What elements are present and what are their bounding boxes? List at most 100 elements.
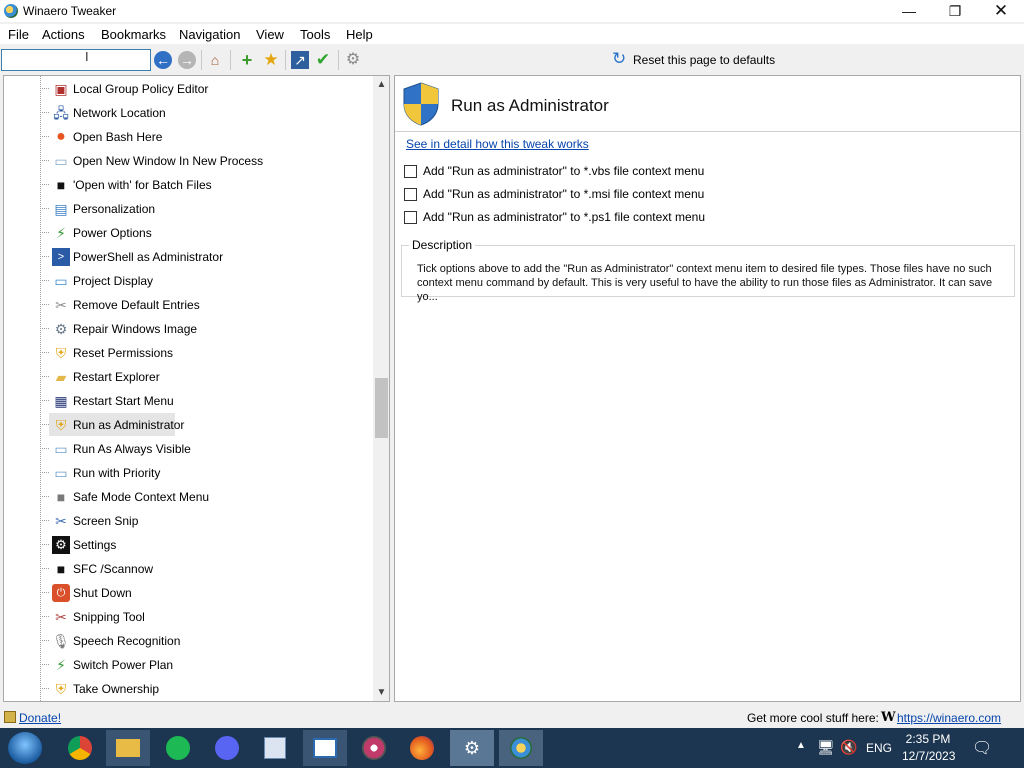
toolbar-separator — [338, 50, 339, 70]
policy-icon: ▣ — [54, 81, 68, 97]
settings-icon[interactable]: ⚙ — [450, 730, 494, 766]
tree-item-personalization[interactable]: ▤ Personalization — [40, 197, 370, 221]
tree-item-network-location[interactable]: 🖧 Network Location — [40, 101, 370, 125]
shortcut-icon[interactable]: ↗ — [291, 51, 309, 69]
toolbar-separator — [285, 50, 286, 70]
tree-item-remove-default-entries[interactable]: ✂ Remove Default Entries — [40, 293, 370, 317]
spotify-icon[interactable] — [156, 730, 200, 766]
tree-item-local-group-policy-editor[interactable]: ▣ Local Group Policy Editor — [40, 77, 370, 101]
app-window: Winaero Tweaker — ❐ ✕ File Actions Bookm… — [0, 0, 1024, 728]
menu-navigation[interactable]: Navigation — [179, 27, 240, 42]
tweak-detail-link[interactable]: See in detail how this tweak works — [406, 137, 589, 151]
reset-icon: ↻ — [612, 49, 627, 68]
scroll-down-icon[interactable]: ▼ — [373, 684, 389, 701]
display-icon: ▭ — [54, 273, 68, 289]
menu-file[interactable]: File — [8, 27, 29, 42]
option-msi[interactable]: Add "Run as administrator" to *.msi file… — [404, 186, 904, 204]
tree-item-open-with-batch[interactable]: ■ 'Open with' for Batch Files — [40, 173, 370, 197]
tree-item-open-bash-here[interactable]: ● Open Bash Here — [40, 125, 370, 149]
power-options-icon: ⚡ — [56, 225, 66, 241]
toolbar-separator — [230, 50, 231, 70]
tree-item-open-new-window[interactable]: ▭ Open New Window In New Process — [40, 149, 370, 173]
home-icon[interactable]: ⌂ — [206, 51, 224, 69]
tree-item-run-as-administrator[interactable]: ⛨ Run as Administrator — [40, 413, 370, 437]
donate-link[interactable]: Donate! — [19, 711, 61, 725]
tree-item-take-ownership[interactable]: ⛨ Take Ownership — [40, 677, 370, 701]
scroll-up-icon[interactable]: ▲ — [373, 76, 389, 93]
clock-date[interactable]: 12/7/2023 — [902, 749, 955, 763]
scroll-thumb[interactable] — [375, 378, 388, 438]
tree-item-reset-permissions[interactable]: ⛨ Reset Permissions — [40, 341, 370, 365]
tree-item-repair-windows-image[interactable]: ⚙ Repair Windows Image — [40, 317, 370, 341]
firefox-icon[interactable] — [400, 730, 444, 766]
back-icon[interactable]: ← — [154, 51, 172, 69]
power-plan-icon: ⚡ — [56, 657, 66, 673]
donate-icon — [4, 711, 16, 723]
safe-mode-icon: ■ — [56, 489, 66, 505]
close-button[interactable]: ✕ — [978, 0, 1024, 22]
checkbox-vbs[interactable] — [404, 165, 417, 178]
forward-icon[interactable]: → — [178, 51, 196, 69]
tree-item-safe-mode-context-menu[interactable]: ■ Safe Mode Context Menu — [40, 485, 370, 509]
network-icon: 🖧 — [53, 105, 69, 121]
tree-item-powershell-admin[interactable]: > PowerShell as Administrator — [40, 245, 370, 269]
description-title: Description — [409, 238, 476, 252]
search-input[interactable] — [1, 49, 151, 71]
volume-muted-icon[interactable]: 🔇 — [840, 739, 857, 779]
console-icon: ■ — [56, 561, 66, 577]
tree-item-snipping-tool[interactable]: ✂ Snipping Tool — [40, 605, 370, 629]
add-bookmark-icon[interactable]: + — [238, 51, 256, 69]
winaero-site-link[interactable]: https://winaero.com — [897, 711, 1001, 725]
menu-help[interactable]: Help — [346, 27, 373, 42]
menu-bookmarks[interactable]: Bookmarks — [101, 27, 166, 42]
apply-check-icon[interactable]: ✔ — [314, 51, 332, 69]
chrome-icon[interactable] — [58, 730, 102, 766]
language-indicator[interactable]: ENG — [866, 741, 892, 781]
tree-item-project-display[interactable]: ▭ Project Display — [40, 269, 370, 293]
discord-icon[interactable] — [205, 730, 249, 766]
remote-desktop-icon[interactable] — [303, 730, 347, 766]
menu-tools[interactable]: Tools — [300, 27, 330, 42]
checkbox-msi[interactable] — [404, 188, 417, 201]
console-icon: ■ — [56, 177, 66, 193]
description-text: Tick options above to add the "Run as Ad… — [417, 263, 993, 303]
bookmarks-star-icon[interactable]: ★ — [262, 51, 280, 69]
option-msi-label: Add "Run as administrator" to *.msi file… — [423, 187, 705, 201]
clock-time[interactable]: 2:35 PM — [902, 732, 954, 746]
tweaks-tree: ▣ Local Group Policy Editor 🖧 Network Loca… — [3, 75, 390, 702]
checkbox-ps1[interactable] — [404, 211, 417, 224]
maximize-button[interactable]: ❐ — [932, 0, 978, 22]
run-icon: ▭ — [54, 441, 68, 457]
tree-item-speech-recognition[interactable]: 🎙 Speech Recognition — [40, 629, 370, 653]
tree-item-sfc-scannow[interactable]: ■ SFC /Scannow — [40, 557, 370, 581]
settings-gear-icon[interactable]: ⚙ — [344, 51, 362, 69]
winaero-tweaker-icon[interactable] — [499, 730, 543, 766]
option-ps1[interactable]: Add "Run as administrator" to *.ps1 file… — [404, 209, 904, 227]
tree-item-shut-down[interactable]: ⏻ Shut Down — [40, 581, 370, 605]
tree-item-restart-explorer[interactable]: ▰ Restart Explorer — [40, 365, 370, 389]
tree-item-power-options[interactable]: ⚡ Power Options — [40, 221, 370, 245]
shutdown-icon: ⏻ — [52, 584, 70, 602]
option-vbs[interactable]: Add "Run as administrator" to *.vbs file… — [404, 163, 904, 181]
app-icon[interactable] — [253, 730, 297, 766]
status-bar: Donate! Get more cool stuff here: W http… — [0, 706, 1024, 728]
tree-item-run-with-priority[interactable]: ▭ Run with Priority — [40, 461, 370, 485]
file-explorer-icon[interactable] — [106, 730, 150, 766]
menu-bar: File Actions Bookmarks Navigation View T… — [0, 24, 1024, 44]
notifications-icon[interactable]: 🗨 — [972, 738, 992, 778]
tree-item-screen-snip[interactable]: ✂ Screen Snip — [40, 509, 370, 533]
start-button[interactable] — [8, 732, 42, 764]
tray-overflow-icon[interactable]: ▲ — [796, 740, 806, 780]
tree-item-run-as-always-visible[interactable]: ▭ Run As Always Visible — [40, 437, 370, 461]
taskbar: ⚙ ▲ 🖥 🔇 ENG 2:35 PM 12/7/2023 🗨 — [0, 728, 1024, 768]
media-icon[interactable] — [352, 730, 396, 766]
tree-item-restart-start-menu[interactable]: ▦ Restart Start Menu — [40, 389, 370, 413]
tree-item-settings[interactable]: ⚙ Settings — [40, 533, 370, 557]
tree-scrollbar[interactable]: ▲ ▼ — [373, 76, 389, 701]
network-tray-icon[interactable]: 🖥 — [817, 739, 835, 779]
priority-icon: ▭ — [54, 465, 68, 481]
tree-item-switch-power-plan[interactable]: ⚡ Switch Power Plan — [40, 653, 370, 677]
menu-view[interactable]: View — [256, 27, 284, 42]
menu-actions[interactable]: Actions — [42, 27, 85, 42]
minimize-button[interactable]: — — [886, 0, 932, 22]
